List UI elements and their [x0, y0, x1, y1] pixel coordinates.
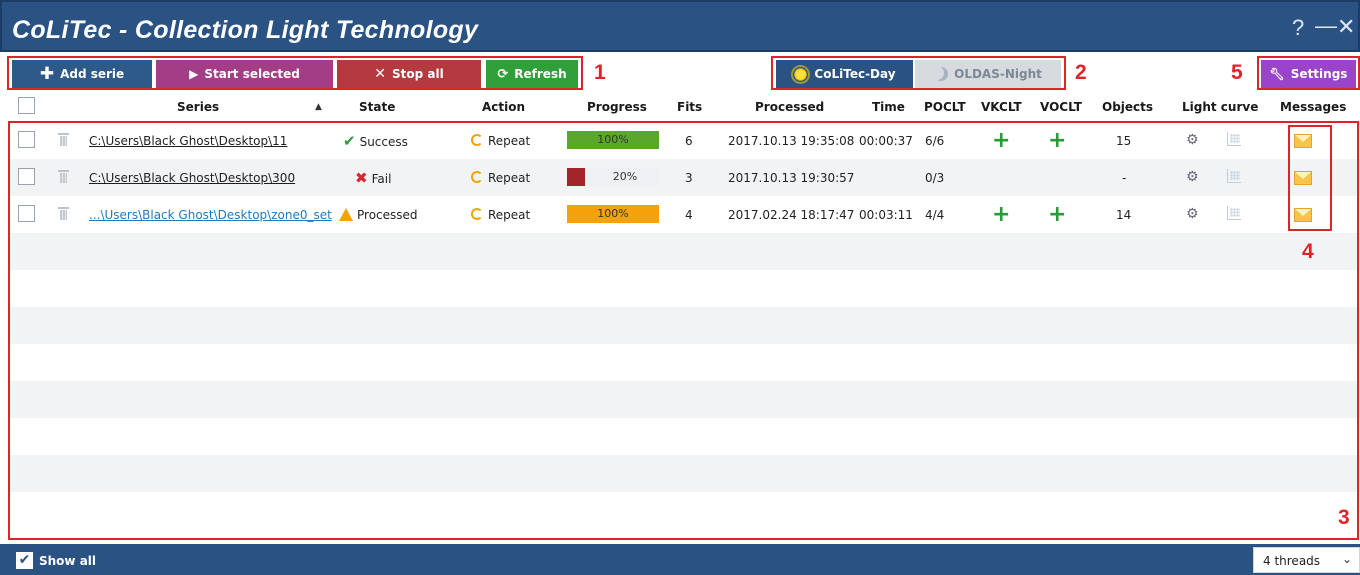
status-bar: ✔ Show all 4 threads ⌄ — [0, 544, 1360, 575]
col-series[interactable]: Series — [177, 100, 219, 114]
title-bar: CoLiTec - Collection Light Technology ? … — [0, 0, 1360, 52]
annotation-box-table — [8, 121, 1359, 540]
annotation-number-4: 4 — [1302, 240, 1314, 263]
threads-select[interactable]: 4 threads ⌄ — [1253, 547, 1360, 573]
annotation-box-settings — [1257, 56, 1360, 90]
col-objects[interactable]: Objects — [1102, 100, 1153, 114]
col-state[interactable]: State — [359, 100, 395, 114]
col-light-curve[interactable]: Light curve — [1182, 100, 1258, 114]
threads-value: 4 threads — [1263, 554, 1321, 568]
show-all-checkbox[interactable]: ✔ — [16, 552, 33, 569]
col-time[interactable]: Time — [872, 100, 905, 114]
annotation-box-modes — [771, 56, 1066, 90]
col-fits[interactable]: Fits — [677, 100, 702, 114]
col-progress[interactable]: Progress — [587, 100, 647, 114]
annotation-number-5: 5 — [1231, 61, 1243, 84]
col-voclt[interactable]: VOCLT — [1040, 100, 1082, 114]
show-all-label[interactable]: Show all — [39, 554, 96, 568]
col-messages[interactable]: Messages — [1280, 100, 1346, 114]
minimize-button[interactable]: — — [1315, 13, 1337, 39]
annotation-number-3: 3 — [1338, 506, 1350, 529]
col-poclt[interactable]: POCLT — [924, 100, 966, 114]
chevron-down-icon: ⌄ — [1342, 552, 1353, 566]
col-vkclt[interactable]: VKCLT — [981, 100, 1022, 114]
annotation-box-toolbar — [7, 56, 583, 90]
col-processed[interactable]: Processed — [755, 100, 824, 114]
sort-asc-icon: ▲ — [315, 102, 322, 112]
close-button[interactable]: ✕ — [1337, 14, 1355, 40]
annotation-box-messages — [1288, 125, 1332, 231]
annotation-number-2: 2 — [1075, 61, 1087, 84]
table-header: Series ▲ State Action Progress Fits Proc… — [10, 92, 1360, 122]
annotation-number-1: 1 — [594, 61, 606, 84]
col-action[interactable]: Action — [482, 100, 525, 114]
help-button[interactable]: ? — [1292, 15, 1304, 41]
window-title: CoLiTec - Collection Light Technology — [12, 16, 479, 44]
select-all-checkbox[interactable] — [18, 97, 35, 114]
